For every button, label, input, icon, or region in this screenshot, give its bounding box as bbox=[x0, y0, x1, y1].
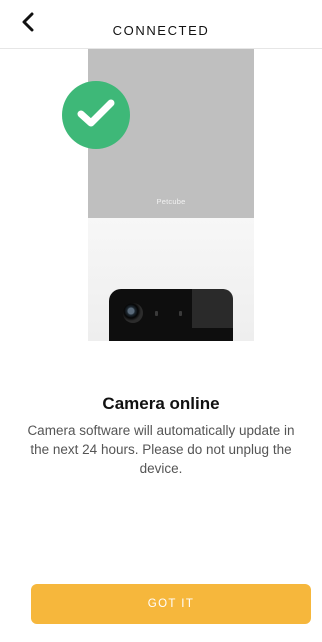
status-message: Camera software will automatically updat… bbox=[27, 423, 295, 476]
chevron-left-icon bbox=[21, 12, 35, 37]
connected-screen: CONNECTED Petcube Camera online Camera s… bbox=[0, 0, 322, 642]
device-brand-label: Petcube bbox=[156, 197, 186, 206]
sensor-dot bbox=[179, 311, 182, 316]
back-button[interactable] bbox=[14, 10, 42, 38]
got-it-button[interactable]: GOT IT bbox=[31, 584, 311, 624]
camera-lens-icon bbox=[123, 303, 143, 323]
top-bar: CONNECTED bbox=[0, 0, 322, 49]
camera-front-panel bbox=[109, 289, 233, 341]
camera-window bbox=[192, 289, 233, 328]
status-heading: Camera online bbox=[102, 394, 220, 413]
page-title: CONNECTED bbox=[112, 23, 210, 38]
sensor-dot bbox=[155, 311, 158, 316]
success-badge bbox=[62, 81, 130, 149]
checkmark-icon bbox=[76, 97, 116, 134]
